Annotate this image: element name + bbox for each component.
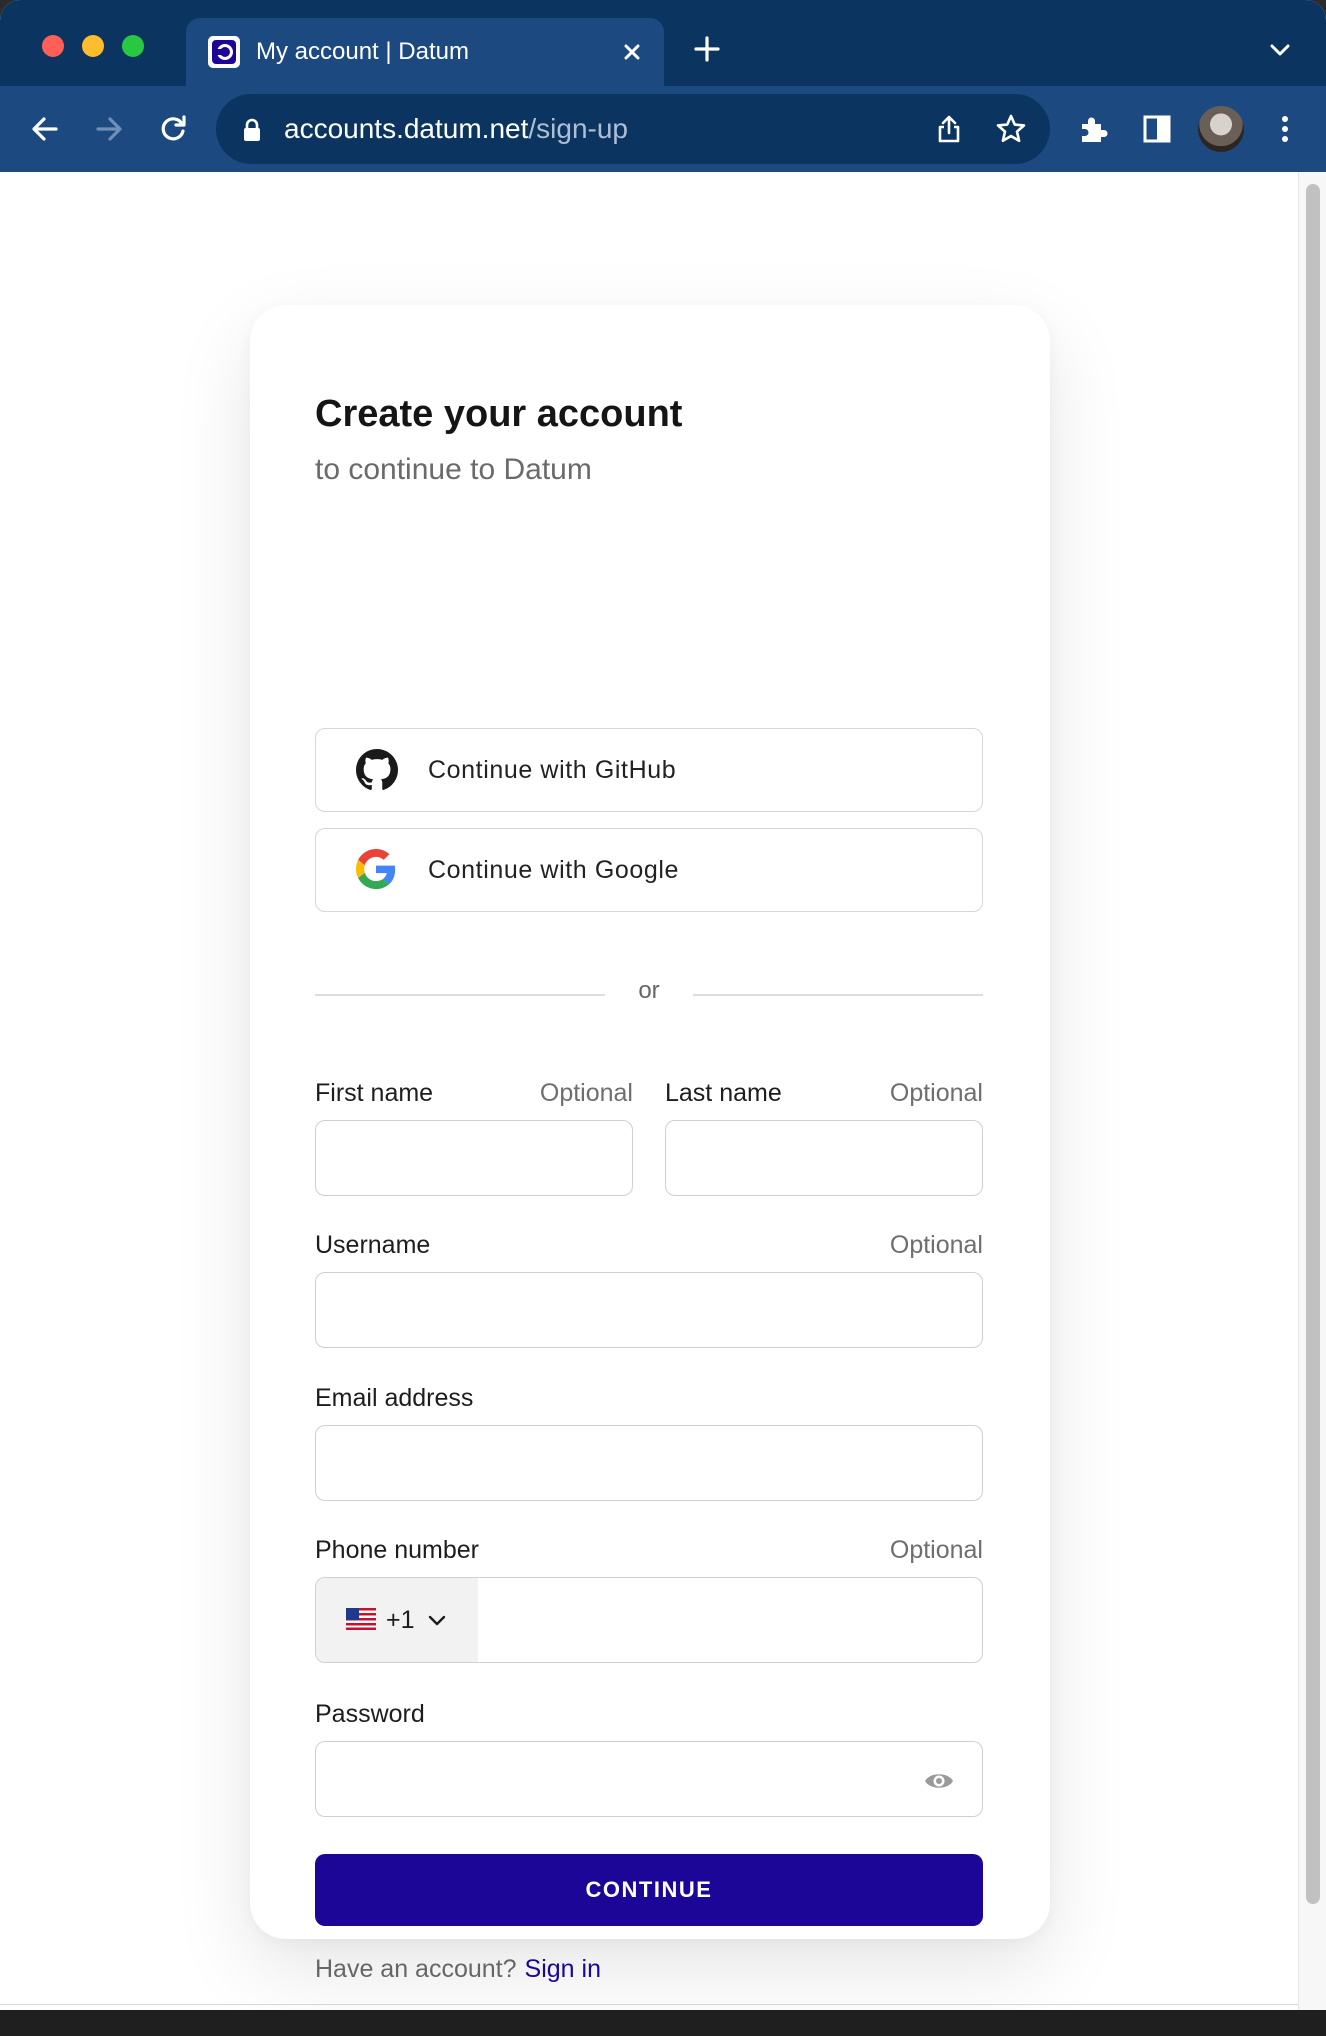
tab-search-chevron-down-icon[interactable] [1268, 38, 1292, 62]
tab-title: My account | Datum [256, 38, 469, 65]
divider-or: or [638, 977, 660, 1004]
have-account-text: Have an account? [315, 1955, 517, 1983]
viewport-bottom-border [0, 2004, 1298, 2005]
browser-window: My account | Datum accounts.datum.net/si… [0, 0, 1326, 2036]
phone-optional: Optional [889, 1536, 983, 1564]
divider-line-left [315, 994, 605, 996]
email-label: Email address [315, 1384, 474, 1412]
close-window-button[interactable] [42, 35, 64, 57]
google-signin-label: Continue with Google [428, 856, 680, 884]
divider-line-right [693, 994, 983, 996]
chevron-down-icon [426, 1610, 448, 1632]
url-path: /sign-up [528, 113, 628, 144]
signup-card: Create your account to continue to Datum… [250, 305, 1050, 1983]
page-subtitle: to continue to Datum [315, 453, 592, 486]
url-text[interactable]: accounts.datum.net/sign-up [284, 94, 628, 164]
active-tab[interactable]: My account | Datum [186, 18, 664, 86]
username-label: Username [315, 1231, 431, 1259]
page-viewport: Create your account to continue to Datum… [0, 172, 1326, 2010]
first-name-optional: Optional [539, 1079, 633, 1107]
new-tab-plus-icon[interactable] [692, 34, 722, 64]
bookmark-star-icon[interactable] [994, 112, 1028, 146]
back-arrow-icon[interactable] [26, 110, 64, 148]
github-signin-button[interactable]: Continue with GitHub [315, 728, 983, 812]
first-name-label: First name [315, 1079, 434, 1107]
side-panel-icon[interactable] [1138, 110, 1176, 148]
page-title: Create your account [315, 393, 683, 435]
first-name-input[interactable] [315, 1120, 633, 1196]
email-input[interactable] [315, 1425, 983, 1501]
sign-in-link[interactable]: Sign in [525, 1955, 601, 1983]
google-signin-button[interactable]: Continue with Google [315, 828, 983, 912]
extensions-puzzle-icon[interactable] [1074, 110, 1112, 148]
tab-bar: My account | Datum [0, 0, 1326, 86]
github-signin-label: Continue with GitHub [428, 756, 677, 784]
last-name-label: Last name [665, 1079, 782, 1107]
datum-favicon-icon [208, 36, 240, 68]
maximize-window-button[interactable] [122, 35, 144, 57]
scrollbar-thumb[interactable] [1306, 184, 1320, 1904]
phone-input[interactable]: +1 [315, 1577, 983, 1663]
username-input[interactable] [315, 1272, 983, 1348]
phone-label: Phone number [315, 1536, 480, 1564]
last-name-optional: Optional [889, 1079, 983, 1107]
address-bar[interactable]: accounts.datum.net/sign-up [216, 94, 1050, 164]
browser-toolbar: accounts.datum.net/sign-up [0, 86, 1326, 172]
eye-icon[interactable] [924, 1766, 954, 1796]
close-tab-icon[interactable] [618, 38, 646, 66]
google-icon [356, 849, 398, 891]
github-icon [356, 749, 398, 791]
password-input[interactable] [315, 1741, 983, 1817]
kebab-menu-icon[interactable] [1266, 110, 1304, 148]
minimize-window-button[interactable] [82, 35, 104, 57]
sign-in-prompt: Have an account? Sign in [315, 1955, 601, 1984]
profile-avatar[interactable] [1198, 106, 1244, 152]
url-host: accounts.datum.net [284, 113, 529, 144]
us-flag-icon [346, 1608, 376, 1630]
desktop-bottom-strip [0, 2010, 1326, 2036]
reload-icon[interactable] [154, 110, 192, 148]
password-label: Password [315, 1700, 425, 1728]
forward-arrow-icon[interactable] [90, 110, 128, 148]
continue-button[interactable]: CONTINUE [315, 1854, 983, 1926]
username-optional: Optional [889, 1231, 983, 1259]
country-code-select[interactable]: +1 [316, 1578, 478, 1662]
lock-icon[interactable] [242, 118, 262, 142]
share-icon[interactable] [932, 112, 966, 146]
last-name-input[interactable] [665, 1120, 983, 1196]
country-dial-code: +1 [386, 1606, 415, 1634]
